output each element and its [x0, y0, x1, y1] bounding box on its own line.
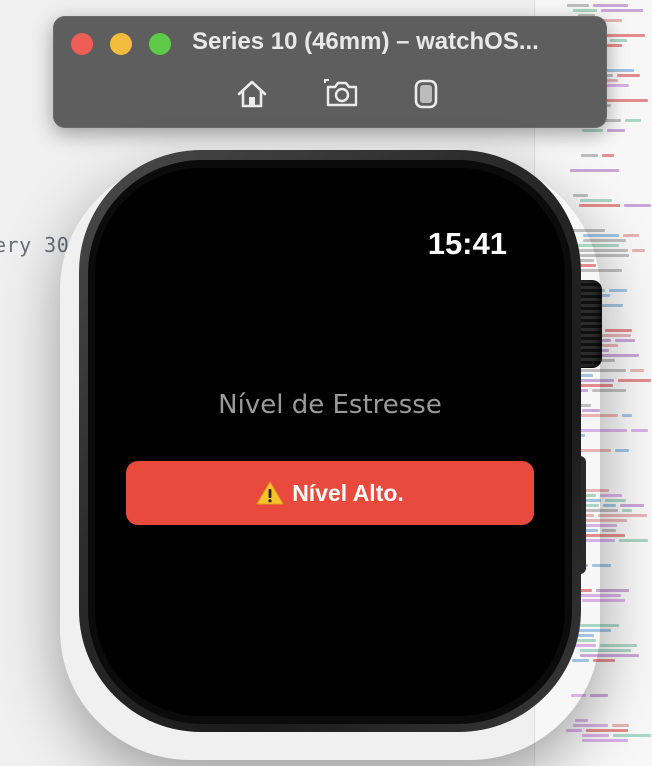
minimap-line: [601, 344, 618, 347]
minimap-line: [602, 34, 645, 37]
maximize-window-button[interactable]: [149, 33, 171, 55]
rotate-device-button[interactable]: [408, 76, 444, 112]
minimap-line: [615, 449, 629, 452]
stress-level-title: Nível de Estresse: [218, 390, 442, 420]
minimap-line: [600, 494, 622, 497]
watch-time: 15:41: [427, 226, 507, 261]
minimap-line: [600, 644, 637, 647]
minimap-line: [612, 724, 629, 727]
minimap-line: [602, 154, 614, 157]
minimap-line: [618, 379, 651, 382]
minimap-line: [582, 739, 628, 742]
minimap-line: [601, 9, 643, 12]
minimap-line: [580, 199, 612, 202]
minimap-line: [586, 729, 628, 732]
minimap-line: [615, 339, 635, 342]
minimap-line: [603, 504, 616, 507]
minimap-line: [582, 734, 609, 737]
minimap-line: [620, 504, 644, 507]
minimap-line: [605, 499, 626, 502]
minimap-line: [602, 99, 648, 102]
minimap-line: [579, 204, 620, 207]
minimap-line: [623, 234, 639, 237]
warning-icon: [256, 481, 284, 505]
stress-alert-button[interactable]: Nível Alto.: [126, 461, 534, 525]
minimap-line: [625, 119, 641, 122]
screenshot-button[interactable]: [324, 76, 360, 112]
minimap-line: [596, 589, 629, 592]
device-rotate-icon: [414, 79, 438, 109]
desktop-stage: ery 30 Series 10 (46mm) – watchOS... 15:…: [0, 0, 652, 766]
minimap-line: [573, 724, 608, 727]
minimap-line: [567, 4, 589, 7]
minimap-line: [593, 4, 628, 7]
minimap-line: [624, 204, 651, 207]
minimap-line: [573, 9, 597, 12]
minimap-line: [598, 514, 647, 517]
simulator-title: Series 10 (46mm) – watchOS...: [192, 28, 539, 55]
minimap-line: [602, 304, 623, 307]
camera-icon: [324, 79, 358, 107]
minimap-line: [610, 39, 627, 42]
minimap-line: [601, 354, 639, 357]
simulator-window-titlebar: Series 10 (46mm) – watchOS...: [53, 16, 607, 128]
minimap-line: [619, 539, 648, 542]
home-icon: [237, 80, 267, 108]
minimap-line: [602, 529, 616, 532]
minimap-line: [575, 719, 588, 722]
minimize-window-button[interactable]: [110, 33, 132, 55]
minimap-line: [613, 734, 651, 737]
minimap-line: [590, 694, 608, 697]
minimap-line: [582, 129, 603, 132]
minimap-line: [630, 369, 644, 372]
minimap-line: [605, 329, 632, 332]
minimap-line: [570, 169, 619, 172]
code-fragment-text: ery 30: [0, 233, 70, 257]
minimap-line: [609, 289, 627, 292]
minimap-line: [632, 249, 645, 252]
minimap-line: [581, 154, 598, 157]
minimap-line: [622, 414, 632, 417]
close-window-button[interactable]: [71, 33, 93, 55]
watch-screen: 15:41 Nível de Estresse Nível Alto.: [95, 168, 565, 716]
minimap-line: [622, 509, 632, 512]
minimap-line: [607, 129, 625, 132]
home-button[interactable]: [234, 76, 270, 112]
minimap-line: [617, 74, 640, 77]
minimap-line: [631, 429, 648, 432]
minimap-line: [573, 194, 588, 197]
stress-alert-label: Nível Alto.: [292, 479, 404, 506]
minimap-line: [566, 729, 582, 732]
